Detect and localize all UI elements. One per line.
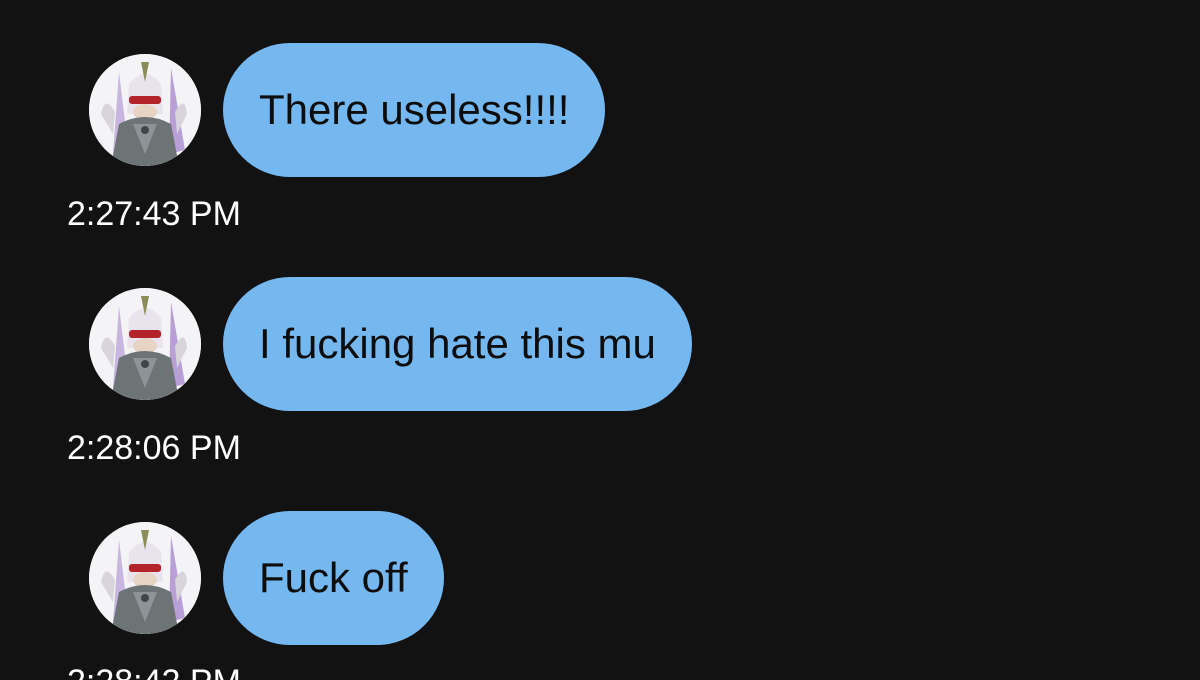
- avatar[interactable]: [89, 522, 201, 634]
- avatar[interactable]: [89, 288, 201, 400]
- message-text: Fuck off: [259, 554, 408, 601]
- user-avatar-icon: [89, 54, 201, 166]
- message-bubble[interactable]: Fuck off: [223, 511, 444, 645]
- message-row: I fucking hate this mu 2:28:06 PM: [0, 277, 1200, 477]
- message-text: I fucking hate this mu: [259, 320, 656, 367]
- chat-thread: There useless!!!! 2:27:43 PM I fucking h…: [0, 0, 1200, 680]
- message-timestamp: 2:27:43 PM: [67, 195, 241, 233]
- message-timestamp: 2:28:42 PM: [67, 663, 241, 680]
- message-timestamp: 2:28:06 PM: [67, 429, 241, 467]
- message-bubble[interactable]: There useless!!!!: [223, 43, 606, 177]
- avatar[interactable]: [89, 54, 201, 166]
- message-row: There useless!!!! 2:27:43 PM: [0, 43, 1200, 243]
- user-avatar-icon: [89, 522, 201, 634]
- message-bubble[interactable]: I fucking hate this mu: [223, 277, 692, 411]
- user-avatar-icon: [89, 288, 201, 400]
- message-row: Fuck off 2:28:42 PM: [0, 511, 1200, 680]
- message-text: There useless!!!!: [259, 86, 570, 133]
